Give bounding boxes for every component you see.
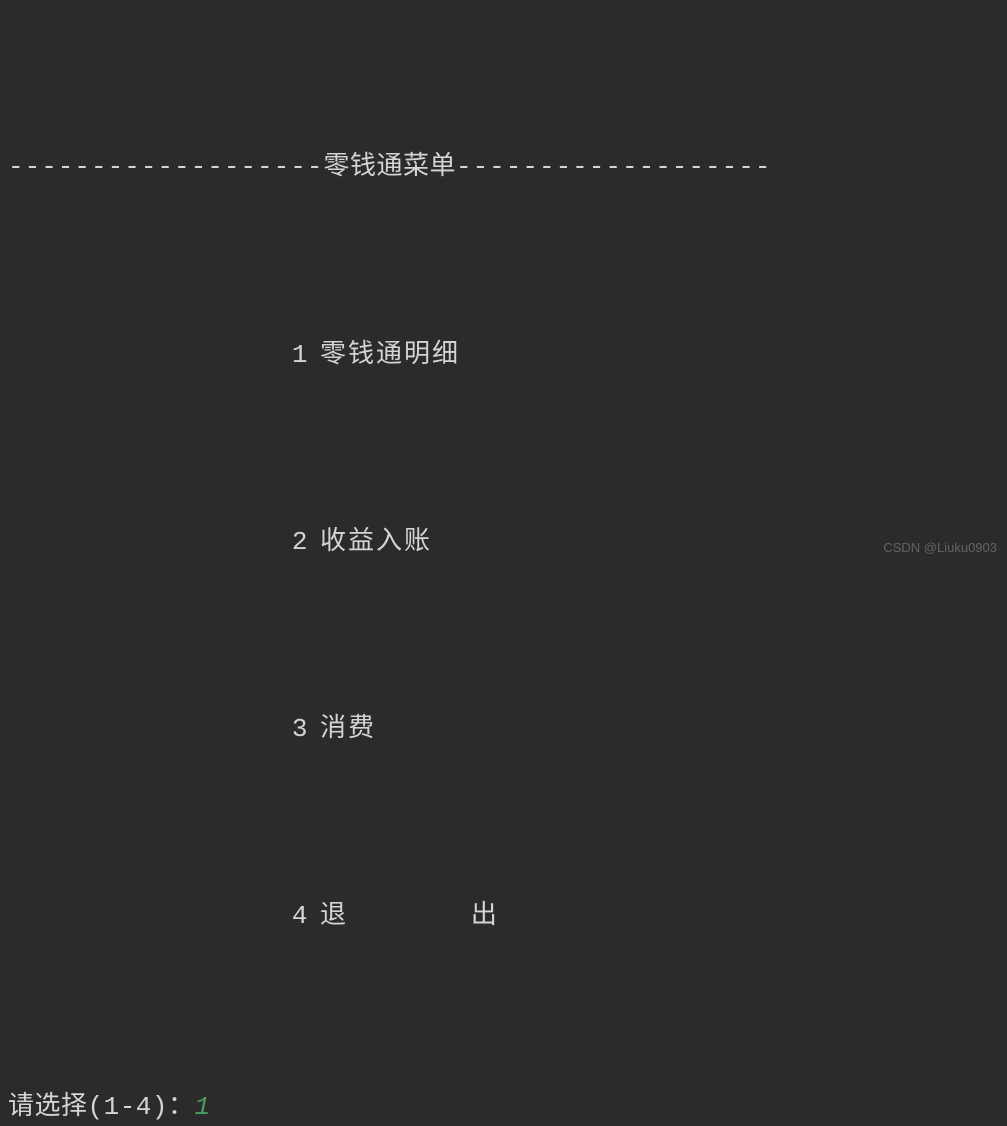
- menu-item-1: 1 零钱通明细: [8, 332, 999, 379]
- menu-label: 收益入账: [320, 527, 432, 557]
- watermark: CSDN @Liuku0903: [883, 536, 997, 559]
- menu-item-4: 4 退 出: [8, 893, 999, 940]
- menu-num: 3: [268, 706, 308, 753]
- prompt-text: 请选择(1-4)：: [8, 1092, 195, 1122]
- menu-header: -------------------零钱通菜单----------------…: [8, 144, 999, 191]
- menu-item-3: 3 消费: [8, 706, 999, 753]
- dash-prefix: -------------------: [8, 152, 323, 182]
- menu-label: 消费: [320, 714, 376, 744]
- menu-num: 4: [268, 893, 308, 940]
- prompt-line: 请选择(1-4)：1: [8, 1084, 999, 1126]
- menu-item-2: 2 收益入账: [8, 519, 999, 566]
- menu-num: 1: [268, 332, 308, 379]
- terminal-output: -------------------零钱通菜单----------------…: [8, 4, 999, 1126]
- dash-suffix: -------------------: [456, 152, 771, 182]
- user-input[interactable]: 1: [195, 1092, 211, 1122]
- menu-title: 零钱通菜单: [323, 152, 456, 182]
- menu-num: 2: [268, 519, 308, 566]
- menu-label: 零钱通明细: [320, 340, 460, 370]
- menu-label: 退 出: [320, 901, 497, 931]
